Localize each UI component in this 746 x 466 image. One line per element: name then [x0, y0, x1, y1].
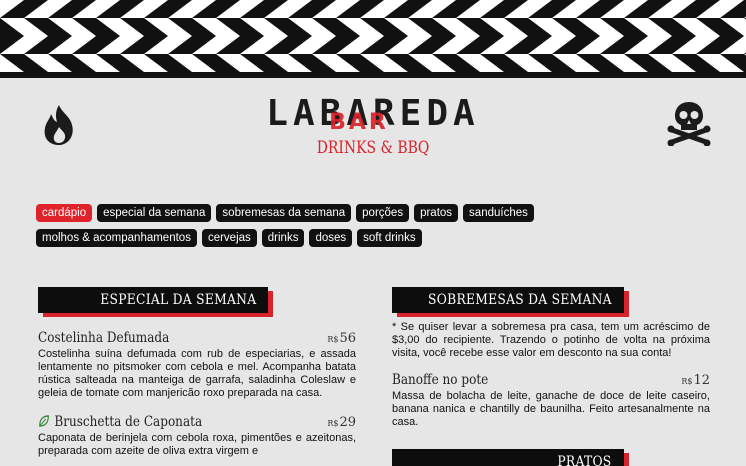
- nav-pill[interactable]: drinks: [261, 229, 305, 247]
- nav-pill[interactable]: especial da semana: [97, 204, 212, 222]
- section-title-sobremesas: SOBREMESAS DA SEMANA: [392, 287, 624, 313]
- category-nav: cardápio especial da semana sobremesas da …: [36, 204, 726, 254]
- item-description: Costelinha suína defumada com rub de esp…: [38, 348, 356, 399]
- nav-pill[interactable]: cervejas: [201, 229, 257, 247]
- header-pattern: [0, 0, 746, 78]
- item-name: Costelinha Defumada: [38, 330, 170, 346]
- item-name: Bruschetta de Caponata: [38, 414, 202, 430]
- nav-pill[interactable]: molhos & acompanhamentos: [36, 229, 197, 247]
- item-price: R$56: [327, 331, 356, 346]
- sobremesas-column: * Se quiser levar a sobremesa pra casa, …: [392, 321, 710, 429]
- skull-crossbones-icon: [667, 102, 711, 146]
- item-price: R$29: [327, 415, 356, 430]
- item-description: Caponata de berinjela com cebola roxa, p…: [38, 432, 356, 457]
- nav-pill[interactable]: porções: [356, 204, 410, 222]
- nav-pill[interactable]: sanduíches: [463, 204, 534, 222]
- takeaway-note: * Se quiser levar a sobremesa pra casa, …: [392, 321, 710, 359]
- nav-row: molhos & acompanhamentos cervejas drinks do…: [36, 229, 726, 247]
- item-price: R$12: [681, 373, 710, 388]
- menu-item: Costelinha Defumada R$56 Costelinha suín…: [38, 330, 356, 400]
- nav-pill[interactable]: pratos: [414, 204, 459, 222]
- item-name: Banoffe no pote: [392, 372, 489, 388]
- section-title-especial: ESPECIAL DA SEMANA: [38, 287, 268, 313]
- section-title-pratos: PRATOS: [392, 449, 624, 466]
- item-description: Massa de bolacha de leite, ganache de do…: [392, 390, 710, 428]
- menu-item: Banoffe no pote R$12 Massa de bolacha de…: [392, 372, 710, 429]
- especial-column: Costelinha Defumada R$56 Costelinha suín…: [38, 330, 356, 458]
- leaf-icon: [39, 415, 49, 427]
- logo-bar-stamp: BAR: [329, 110, 389, 135]
- nav-pill[interactable]: soft drinks: [357, 229, 422, 247]
- nav-pill[interactable]: cardápio: [36, 204, 93, 222]
- nav-row: cardápio especial da semana sobremesas da …: [36, 204, 726, 222]
- site-header: LABAREDA BAR DRINKS & BBQ: [0, 78, 746, 188]
- nav-pill[interactable]: sobremesas da semana: [216, 204, 352, 222]
- nav-pill[interactable]: doses: [309, 229, 353, 247]
- menu-item: Bruschetta de Caponata R$29 Caponata de …: [38, 414, 356, 458]
- logo-subtitle: DRINKS & BBQ: [316, 138, 430, 158]
